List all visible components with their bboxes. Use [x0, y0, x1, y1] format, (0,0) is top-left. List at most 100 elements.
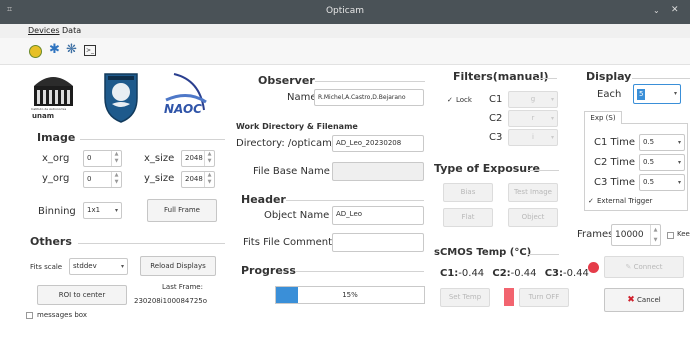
- turn-off-button[interactable]: Turn OFF: [519, 288, 569, 307]
- y-size-spinbox[interactable]: 2048 ▲ ▼: [181, 171, 215, 188]
- directory-input[interactable]: AD_Leo_20230208: [332, 135, 424, 152]
- temp-c1-label: C1:: [440, 268, 459, 279]
- y-size-value: 2048: [185, 175, 203, 183]
- flat-button[interactable]: Flat: [443, 208, 493, 227]
- filter-c2-select[interactable]: r ▾: [508, 110, 558, 127]
- frames-spinbox[interactable]: 10000 ▲ ▼: [611, 224, 661, 246]
- fits-comment-input[interactable]: [332, 233, 424, 252]
- pin-icon[interactable]: ✱: [49, 42, 60, 57]
- cancel-x-icon: ✖: [627, 295, 635, 305]
- temp-c1-value: -0.44: [458, 268, 485, 279]
- x-size-spin-arrows[interactable]: ▲ ▼: [204, 151, 214, 166]
- exposure-section-title: Type of Exposure: [434, 162, 541, 175]
- last-frame-label: Last Frame:: [162, 283, 203, 291]
- binning-value: 1x1: [87, 206, 101, 214]
- temp-readout: C1:-0.44 C2:-0.44 C3:-0.44: [440, 268, 589, 279]
- tab-exp-s[interactable]: Exp (S): [584, 111, 622, 124]
- file-base-name-label: File Base Name: [253, 166, 330, 177]
- c1-time-select[interactable]: 0.5 ▾: [639, 134, 685, 151]
- object-button[interactable]: Object: [508, 208, 558, 227]
- display-section-divider: [632, 78, 690, 79]
- x-size-label: x_size: [144, 153, 175, 164]
- chevron-down-icon: ▾: [550, 96, 554, 103]
- terminal-icon[interactable]: >_: [84, 45, 96, 56]
- menu-devices[interactable]: Devices: [28, 26, 60, 35]
- close-icon[interactable]: ✕: [671, 5, 679, 15]
- x-org-spinbox[interactable]: 0 ▲ ▼: [83, 150, 122, 167]
- each-select[interactable]: 5 ▾: [633, 84, 681, 104]
- test-image-button[interactable]: Test Image: [508, 183, 558, 202]
- chevron-down-icon: ▾: [550, 115, 554, 122]
- roi-to-center-button[interactable]: ROI to center: [37, 285, 127, 305]
- keep-label: Kee: [677, 230, 690, 238]
- lock-checkbox[interactable]: ✓: [447, 96, 453, 104]
- fits-scale-value: stddev: [73, 262, 97, 270]
- x-org-value: 0: [87, 154, 92, 162]
- plug-icon: ✎: [625, 263, 632, 271]
- cooling-status-indicator: [504, 288, 514, 306]
- minimize-icon[interactable]: ⌄: [653, 6, 660, 15]
- bias-button[interactable]: Bias: [443, 183, 493, 202]
- set-temp-button[interactable]: Set Temp: [440, 288, 490, 307]
- naoc-logo: NAOC: [160, 70, 208, 124]
- y-size-spin-arrows[interactable]: ▲ ▼: [204, 172, 214, 187]
- chevron-down-icon: ▾: [677, 159, 681, 166]
- y-org-spinbox[interactable]: 0 ▲ ▼: [83, 171, 122, 188]
- full-frame-button[interactable]: Full Frame: [147, 199, 217, 222]
- title-bar: ⌗ Opticam ⌄ ✕: [0, 0, 690, 24]
- last-frame-value: 230208i100084725o: [134, 297, 208, 305]
- filters-section-divider: [536, 78, 557, 79]
- y-org-spin-arrows[interactable]: ▲ ▼: [111, 172, 121, 187]
- filter-c1-select[interactable]: g ▾: [508, 91, 558, 108]
- temp-c2-value: -0.44: [510, 268, 537, 279]
- exposure-section-divider: [527, 170, 559, 171]
- display-section-title: Display: [586, 70, 632, 83]
- binning-label: Binning: [38, 206, 76, 217]
- menu-data[interactable]: Data: [62, 26, 81, 35]
- messages-box-checkbox[interactable]: [26, 312, 33, 319]
- temp-section-title: sCMOS Temp (°C): [434, 247, 532, 258]
- cancel-button-label: Cancel: [637, 296, 661, 304]
- connect-status-icon[interactable]: [29, 45, 42, 58]
- chevron-down-icon: ▾: [677, 139, 681, 146]
- record-indicator: [588, 262, 599, 273]
- temp-c3-value: -0.44: [563, 268, 589, 279]
- each-value: 5: [637, 89, 646, 100]
- y-org-label: y_org: [42, 173, 70, 184]
- x-org-label: x_org: [42, 153, 70, 164]
- others-section-title: Others: [30, 235, 72, 248]
- connect-button[interactable]: ✎ Connect: [604, 256, 684, 278]
- observer-name-input[interactable]: R.Michel,A.Castro,D.Bejarano: [314, 89, 424, 106]
- x-org-spin-arrows[interactable]: ▲ ▼: [111, 151, 121, 166]
- file-base-name-input[interactable]: [332, 162, 424, 181]
- settings-icon[interactable]: ❋: [66, 42, 77, 57]
- filter-c1-label: C1: [489, 94, 503, 105]
- crest-logo: [103, 70, 139, 124]
- observer-section-divider: [315, 81, 425, 82]
- header-section-title: Header: [241, 193, 286, 206]
- filter-c3-value: i: [532, 133, 534, 141]
- naoc-logo-text: NAOC: [164, 102, 202, 116]
- progress-section-title: Progress: [241, 264, 296, 277]
- c3-time-label: C3 Time: [594, 177, 635, 188]
- window-title: Opticam: [325, 6, 365, 16]
- chevron-down-icon: ▾: [677, 179, 681, 186]
- frames-spin-arrows[interactable]: ▲ ▼: [650, 225, 660, 245]
- keep-checkbox[interactable]: [667, 232, 674, 239]
- fits-scale-select[interactable]: stddev ▾: [69, 258, 128, 275]
- binning-select[interactable]: 1x1 ▾: [83, 202, 122, 219]
- external-trigger-checkbox[interactable]: ✓: [588, 197, 594, 205]
- filter-c3-select[interactable]: i ▾: [508, 129, 558, 146]
- x-size-spinbox[interactable]: 2048 ▲ ▼: [181, 150, 215, 167]
- object-name-input[interactable]: AD_Leo: [332, 206, 424, 225]
- c3-time-select[interactable]: 0.5 ▾: [639, 174, 685, 191]
- reload-displays-button[interactable]: Reload Displays: [140, 256, 216, 276]
- tab-exp-s-label: Exp (S): [590, 114, 616, 122]
- c2-time-select[interactable]: 0.5 ▾: [639, 154, 685, 171]
- cancel-button[interactable]: ✖ Cancel: [604, 288, 684, 312]
- fits-comment-label: Fits File Comment: [243, 237, 333, 248]
- filter-c2-label: C2: [489, 113, 503, 124]
- directory-label: Directory: /opticam/: [236, 138, 336, 149]
- y-size-label: y_size: [144, 173, 175, 184]
- y-org-value: 0: [87, 175, 92, 183]
